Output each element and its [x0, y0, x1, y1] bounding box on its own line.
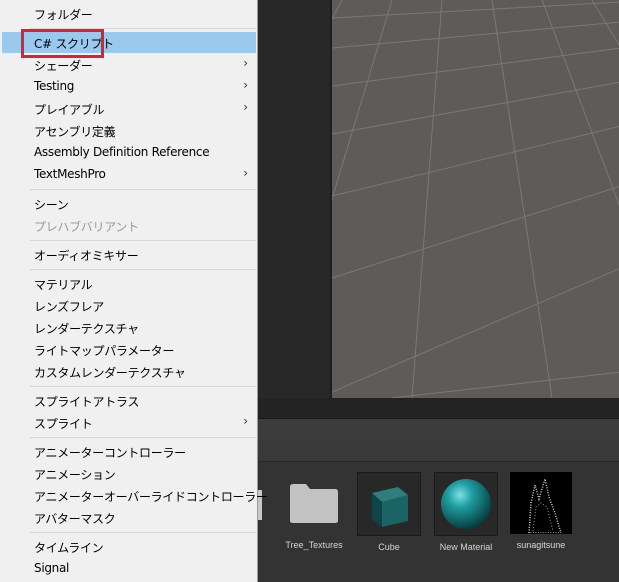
- menu-item-audio-mixer[interactable]: オーディオミキサー: [2, 244, 256, 265]
- scene-view[interactable]: [330, 0, 619, 398]
- menu-item-testing[interactable]: Testing ›: [2, 76, 256, 97]
- menu-item-animation[interactable]: アニメーション: [2, 463, 256, 484]
- scene-grid: [332, 0, 619, 398]
- menu-item-sprite-atlas[interactable]: スプライトアトラス: [2, 390, 256, 411]
- asset-sunagitsune[interactable]: sunagitsune: [503, 472, 579, 550]
- menu-item-label: スプライトアトラス: [34, 395, 140, 409]
- project-assets-panel: Tree_Textures Cube New Material sunagits…: [258, 462, 619, 582]
- menu-item-lightmap-parameters[interactable]: ライトマップパラメーター: [2, 339, 256, 360]
- asset-label: New Material: [439, 542, 493, 552]
- menu-item-animator-controller[interactable]: アニメーターコントローラー: [2, 441, 256, 462]
- menu-item-label: ライトマップパラメーター: [34, 344, 175, 358]
- menu-separator: [30, 189, 256, 190]
- menu-item-sprites[interactable]: スプライト ›: [2, 412, 256, 433]
- submenu-arrow-icon: ›: [243, 166, 248, 180]
- texture-thumbnail-icon: [510, 472, 572, 534]
- asset-new-material[interactable]: New Material: [428, 472, 504, 552]
- menu-item-signal[interactable]: Signal: [2, 558, 256, 579]
- menu-item-label: アバターマスク: [34, 512, 116, 526]
- highlight-annotation-box: [21, 29, 104, 58]
- menu-item-label: TextMeshPro: [34, 167, 106, 181]
- menu-item-assembly-definition-reference[interactable]: Assembly Definition Reference: [2, 142, 256, 163]
- submenu-arrow-icon: ›: [243, 414, 248, 428]
- menu-item-folder[interactable]: フォルダー: [2, 3, 256, 24]
- cube-icon: [357, 472, 421, 536]
- create-context-menu: フォルダー C# スクリプト シェーダー › Testing › プレイアブル …: [0, 0, 268, 582]
- asset-cube[interactable]: Cube: [351, 472, 427, 552]
- menu-item-custom-render-texture[interactable]: カスタムレンダーテクスチャ: [2, 361, 256, 382]
- menu-item-label: タイムライン: [34, 541, 104, 555]
- menu-item-label: Testing: [34, 79, 75, 93]
- menu-item-render-texture[interactable]: レンダーテクスチャ: [2, 317, 256, 338]
- asset-label: Tree_Textures: [285, 540, 343, 550]
- menu-item-label: プレイアブル: [34, 103, 105, 117]
- menu-item-label: アニメーション: [34, 468, 116, 482]
- menu-item-label: レンズフレア: [34, 300, 104, 314]
- menu-separator: [30, 437, 256, 438]
- menu-item-prefab-variant: プレハブバリアント: [2, 215, 256, 236]
- menu-separator: [30, 269, 256, 270]
- menu-item-label: スプライト: [34, 417, 93, 431]
- menu-item-material[interactable]: マテリアル: [2, 273, 256, 294]
- menu-item-label: シェーダー: [34, 59, 93, 73]
- menu-item-label: Assembly Definition Reference: [34, 145, 210, 159]
- menu-item-timeline[interactable]: タイムライン: [2, 536, 256, 557]
- menu-item-scene[interactable]: シーン: [2, 193, 256, 214]
- menu-item-assembly-definition[interactable]: アセンブリ定義: [2, 120, 256, 141]
- menu-item-playables[interactable]: プレイアブル ›: [2, 98, 256, 119]
- menu-item-label: マテリアル: [34, 278, 93, 292]
- asset-label: Cube: [378, 542, 400, 552]
- menu-item-label: カスタムレンダーテクスチャ: [34, 366, 186, 380]
- menu-item-label: オーディオミキサー: [34, 249, 139, 263]
- submenu-arrow-icon: ›: [243, 56, 248, 70]
- menu-item-animator-override-controller[interactable]: アニメーターオーバーライドコントローラー: [2, 485, 268, 506]
- menu-separator: [30, 240, 256, 241]
- panel-divider: [258, 398, 619, 418]
- project-tab-bar[interactable]: [258, 418, 619, 440]
- hierarchy-pane-edge: [258, 0, 330, 400]
- menu-item-label: レンダーテクスチャ: [34, 322, 139, 336]
- menu-separator: [30, 386, 256, 387]
- menu-item-textmeshpro[interactable]: TextMeshPro ›: [2, 164, 256, 185]
- folder-icon: [283, 472, 345, 534]
- menu-item-label: アニメーターオーバーライドコントローラー: [34, 490, 268, 504]
- menu-item-label: フォルダー: [34, 8, 93, 22]
- project-toolbar: [258, 439, 619, 462]
- menu-item-label: Signal: [34, 561, 70, 575]
- menu-item-label: プレハブバリアント: [34, 220, 139, 234]
- menu-item-label: アニメーターコントローラー: [34, 446, 186, 460]
- menu-item-avatar-mask[interactable]: アバターマスク: [2, 507, 256, 528]
- material-sphere-icon: [434, 472, 498, 536]
- menu-separator: [30, 532, 256, 533]
- menu-item-label: アセンブリ定義: [34, 125, 116, 139]
- asset-tree-textures[interactable]: Tree_Textures: [276, 472, 352, 550]
- menu-item-lens-flare[interactable]: レンズフレア: [2, 295, 256, 316]
- menu-item-label: シーン: [34, 198, 69, 212]
- submenu-arrow-icon: ›: [243, 78, 248, 92]
- submenu-arrow-icon: ›: [243, 100, 248, 114]
- asset-label: sunagitsune: [516, 540, 566, 550]
